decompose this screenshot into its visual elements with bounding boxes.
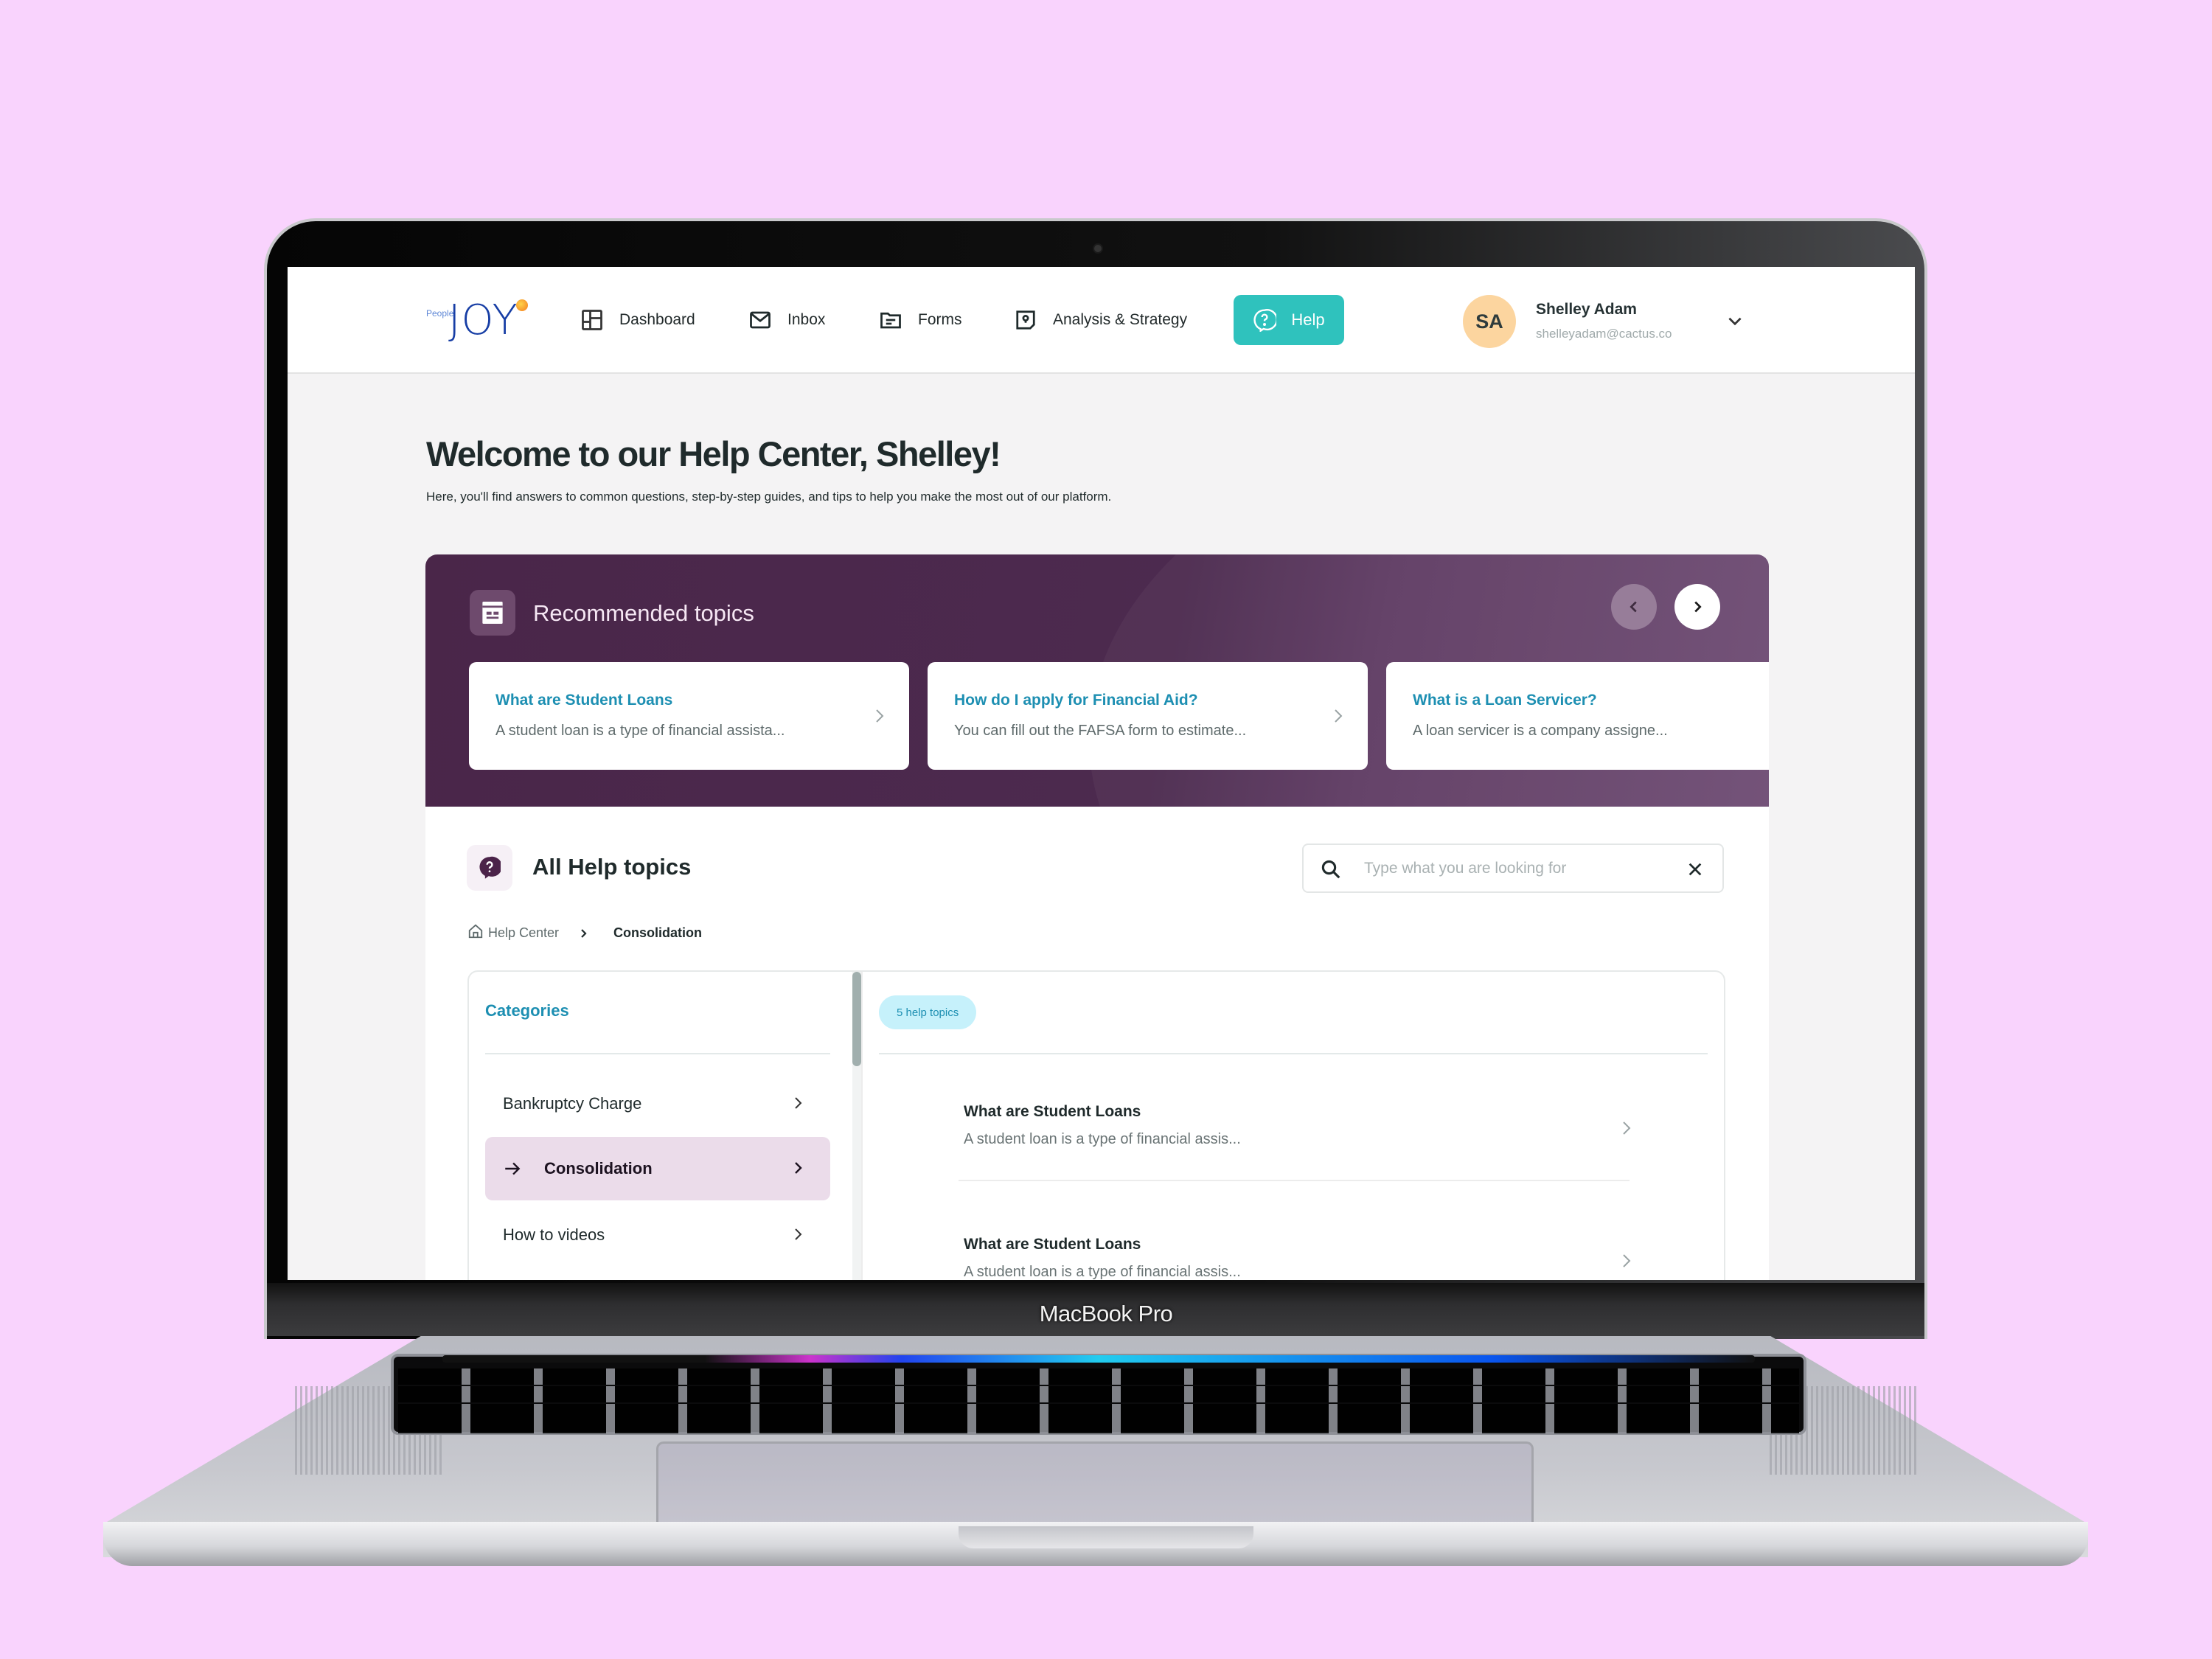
nav-analysis-strategy[interactable]: Analysis & Strategy [1015,304,1187,336]
topic-count-badge: 5 help topics [879,995,977,1029]
home-icon [468,924,483,939]
breadcrumb-home-label[interactable]: Help Center [488,925,559,941]
nav-inbox[interactable]: Inbox [749,304,825,336]
topic-list-item[interactable]: What are Student Loans A student loan is… [964,1103,1633,1236]
divider [879,1053,1708,1054]
help-button-label: Help [1291,310,1325,329]
key-row [398,1404,1799,1420]
recommended-card-description: A loan servicer is a company assigne... [1413,723,1668,739]
recommended-card-description: A student loan is a type of financial as… [495,723,785,739]
categories-title: Categories [485,1001,569,1020]
folder-form-icon [880,312,901,329]
topics-icon-tile [467,845,512,891]
nav-dashboard[interactable]: Dashboard [581,304,695,336]
topic-list: 5 help topics What are Student Loans A s… [861,972,1724,1280]
mail-icon [750,311,771,329]
all-help-topics-panel: All Help topics Help Center Consolidatio… [425,807,1769,1280]
key-row [398,1386,1799,1402]
logo-big-text: JOY [448,296,518,344]
logo-sun-icon [516,299,528,311]
recommended-icon-tile [470,590,515,636]
chevron-right-icon [1694,601,1702,613]
search-input[interactable] [1364,854,1659,883]
app-screen: People JOY Dashboard Inbox Forms Analysi… [288,267,1915,1280]
lid-notch [959,1526,1253,1548]
recommended-card[interactable]: What are Student Loans A student loan is… [469,662,909,770]
chevron-right-icon [795,1097,802,1109]
top-navigation-bar: People JOY Dashboard Inbox Forms Analysi… [288,267,1915,374]
chevron-right-icon [581,928,587,938]
nav-forms-label: Forms [918,311,962,328]
categories-column: Categories Bankruptcy Charge Consolidati… [469,972,852,1280]
nav-analysis-label: Analysis & Strategy [1053,311,1188,328]
help-button[interactable]: Help [1234,295,1344,345]
chevron-right-icon [1623,1254,1631,1267]
chevron-down-icon[interactable] [1725,311,1745,330]
device-label: MacBook Pro [1039,1301,1173,1326]
article-icon [482,602,503,624]
breadcrumb: Help Center Consolidation [467,923,702,943]
category-label: Consolidation [544,1159,653,1178]
chevron-right-icon [876,709,884,723]
recommended-card-description: You can fill out the FAFSA form to estim… [954,723,1247,739]
recommended-card-title: What is a Loan Servicer? [1413,692,1597,709]
search-icon [1321,860,1340,879]
chevron-right-icon [1623,1121,1631,1135]
arrow-right-icon [505,1162,521,1175]
chevron-right-icon [795,1162,802,1174]
nav-inbox-label: Inbox [787,311,826,328]
carousel-next-button[interactable] [1674,584,1720,630]
carousel-prev-button[interactable] [1611,584,1657,630]
page-subtitle: Here, you'll find answers to common ques… [426,490,1112,504]
chevron-right-icon [795,1228,802,1240]
recommended-card-title: How do I apply for Financial Aid? [954,692,1198,709]
category-label: Bankruptcy Charge [503,1094,642,1113]
chevron-left-icon [1630,601,1637,613]
dashboard-icon [582,310,602,330]
user-email: shelleyadam@cactus.co [1536,327,1672,341]
divider [959,1180,1630,1181]
chevron-right-icon [1335,709,1343,723]
recommended-title: Recommended topics [533,600,754,626]
nav-dashboard-label: Dashboard [619,311,695,328]
page-title: Welcome to our Help Center, Shelley! [426,434,1001,473]
search-field[interactable] [1302,844,1724,893]
camera-icon [1094,245,1102,252]
divider [485,1053,830,1054]
recommended-card[interactable]: How do I apply for Financial Aid? You ca… [928,662,1368,770]
all-topics-title: All Help topics [532,854,692,880]
topic-description: A student loan is a type of financial as… [964,1264,1241,1280]
recommended-card-title: What are Student Loans [495,692,673,709]
topic-title: What are Student Loans [964,1236,1141,1253]
categories-scrollbar-thumb[interactable] [852,972,861,1066]
question-bubble-icon [479,856,501,879]
category-item-active[interactable]: Consolidation [485,1137,830,1200]
help-bubble-icon [1253,309,1277,332]
recommended-card[interactable]: What is a Loan Servicer? A loan servicer… [1386,662,1769,770]
key-row [398,1420,1799,1433]
category-item[interactable]: How to videos [485,1203,830,1267]
topics-container: Categories Bankruptcy Charge Consolidati… [467,970,1725,1280]
trackpad [656,1441,1534,1530]
close-icon[interactable] [1687,861,1703,877]
people-joy-logo[interactable]: People JOY [426,296,537,344]
breadcrumb-home[interactable] [467,923,484,943]
user-name: Shelley Adam [1536,301,1637,318]
topic-description: A student loan is a type of financial as… [964,1131,1241,1147]
map-pin-icon [1016,310,1035,330]
topic-title: What are Student Loans [964,1103,1141,1120]
nav-forms[interactable]: Forms [880,304,962,336]
breadcrumb-current: Consolidation [613,925,703,940]
category-item[interactable]: Bankruptcy Charge [485,1072,830,1135]
avatar[interactable]: SA [1463,295,1516,348]
touch-bar [442,1355,1755,1363]
topic-list-item[interactable]: What are Student Loans A student loan is… [964,1236,1633,1280]
recommended-topics-banner: Recommended topics What are Student Loan… [425,554,1769,807]
category-label: How to videos [503,1225,605,1244]
key-row [398,1368,1799,1385]
